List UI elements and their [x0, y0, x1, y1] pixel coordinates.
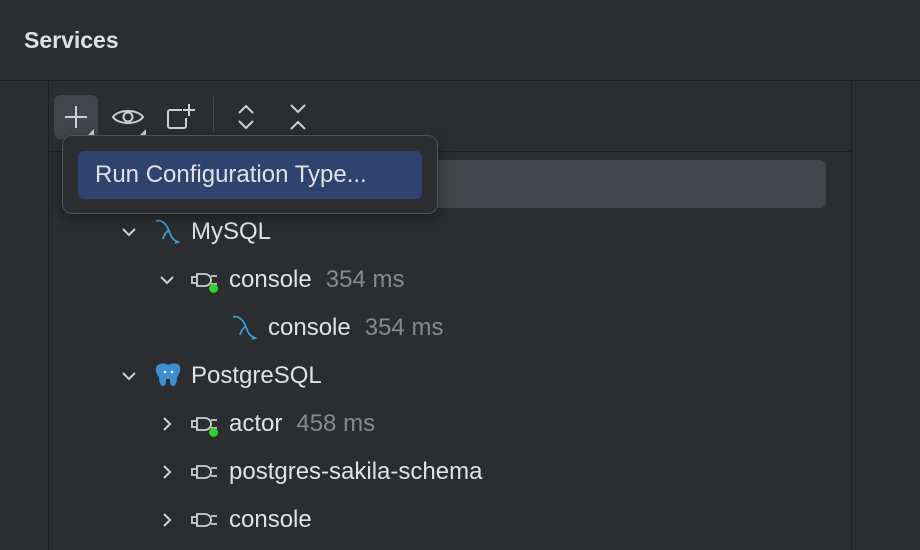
new-group-button[interactable] — [158, 95, 202, 139]
view-options-button[interactable] — [106, 95, 150, 139]
node-label: actor — [229, 410, 283, 437]
node-duration: 458 ms — [296, 410, 376, 437]
node-label: console — [268, 314, 351, 341]
divider — [0, 80, 920, 81]
postgresql-icon — [153, 361, 183, 391]
collapse-all-icon — [290, 104, 306, 130]
node-label: console — [229, 266, 312, 293]
node-label: PostgreSQL — [191, 362, 322, 389]
node-duration: 354 ms — [364, 314, 444, 341]
chevron-right-icon[interactable] — [153, 410, 181, 438]
tree-node-console[interactable]: console 354 ms — [153, 256, 404, 304]
node-duration: 354 ms — [325, 266, 405, 293]
plug-icon — [191, 265, 221, 295]
plug-icon — [191, 505, 221, 535]
node-label: postgres-sakila-schema — [229, 458, 483, 485]
chevron-down-icon[interactable] — [153, 266, 181, 294]
plug-icon — [191, 409, 221, 439]
chevron-down-icon[interactable] — [115, 362, 143, 390]
chevron-down-icon[interactable] — [115, 218, 143, 246]
eye-icon — [111, 110, 145, 124]
chevron-right-icon[interactable] — [153, 458, 181, 486]
tree-node-actor[interactable]: actor 458 ms — [153, 400, 375, 448]
expand-all-button[interactable] — [224, 95, 268, 139]
tree-node-mysql[interactable]: MySQL — [115, 208, 271, 256]
new-group-icon — [167, 104, 195, 129]
node-label: MySQL — [191, 218, 272, 245]
tree-node-postgres-sakila-schema[interactable]: postgres-sakila-schema — [153, 448, 482, 496]
expand-all-icon — [238, 104, 254, 130]
add-service-button[interactable] — [54, 95, 98, 139]
connected-status-icon — [209, 284, 218, 293]
add-icon — [65, 106, 87, 128]
run-configuration-type-item[interactable]: Run Configuration Type... — [78, 151, 422, 199]
collapse-all-button[interactable] — [276, 95, 320, 139]
add-service-popup: Run Configuration Type... — [62, 135, 438, 214]
tree-node-console-session[interactable]: console 354 ms — [230, 304, 443, 352]
mysql-icon — [230, 313, 260, 343]
divider[interactable] — [851, 81, 852, 550]
tree-node-postgresql[interactable]: PostgreSQL — [115, 352, 322, 400]
panel-title: Services — [24, 27, 119, 53]
plug-icon — [191, 457, 221, 487]
chevron-right-icon[interactable] — [153, 506, 181, 534]
connected-status-icon — [209, 428, 218, 437]
tree-node-console-pg[interactable]: console — [153, 496, 312, 544]
node-label: console — [229, 506, 312, 533]
toolbar-separator — [213, 97, 214, 133]
mysql-icon — [153, 217, 183, 247]
